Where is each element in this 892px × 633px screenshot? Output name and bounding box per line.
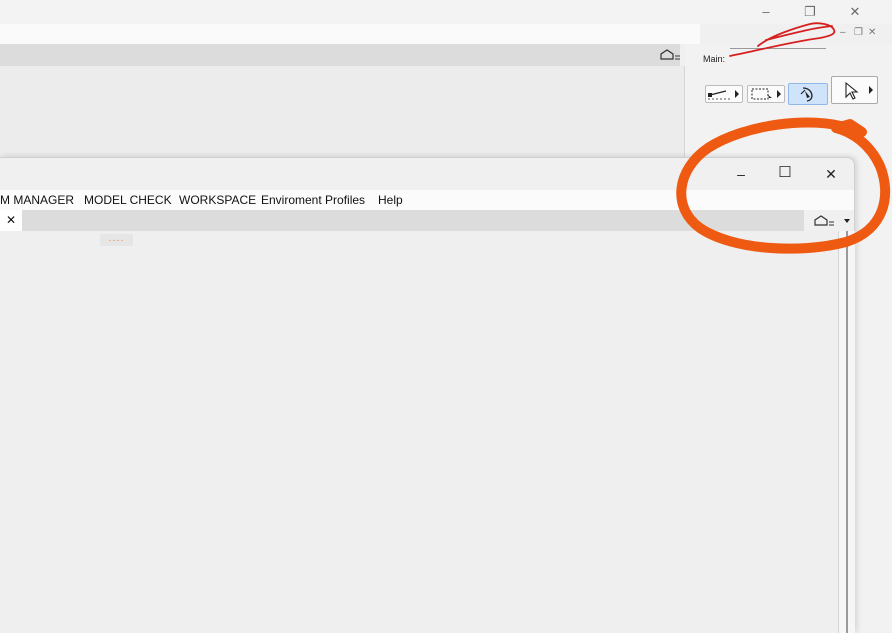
orange-circle-annotation [676, 117, 891, 254]
annotation-overlay [676, 22, 891, 254]
red-scribble-annotation [729, 22, 836, 57]
